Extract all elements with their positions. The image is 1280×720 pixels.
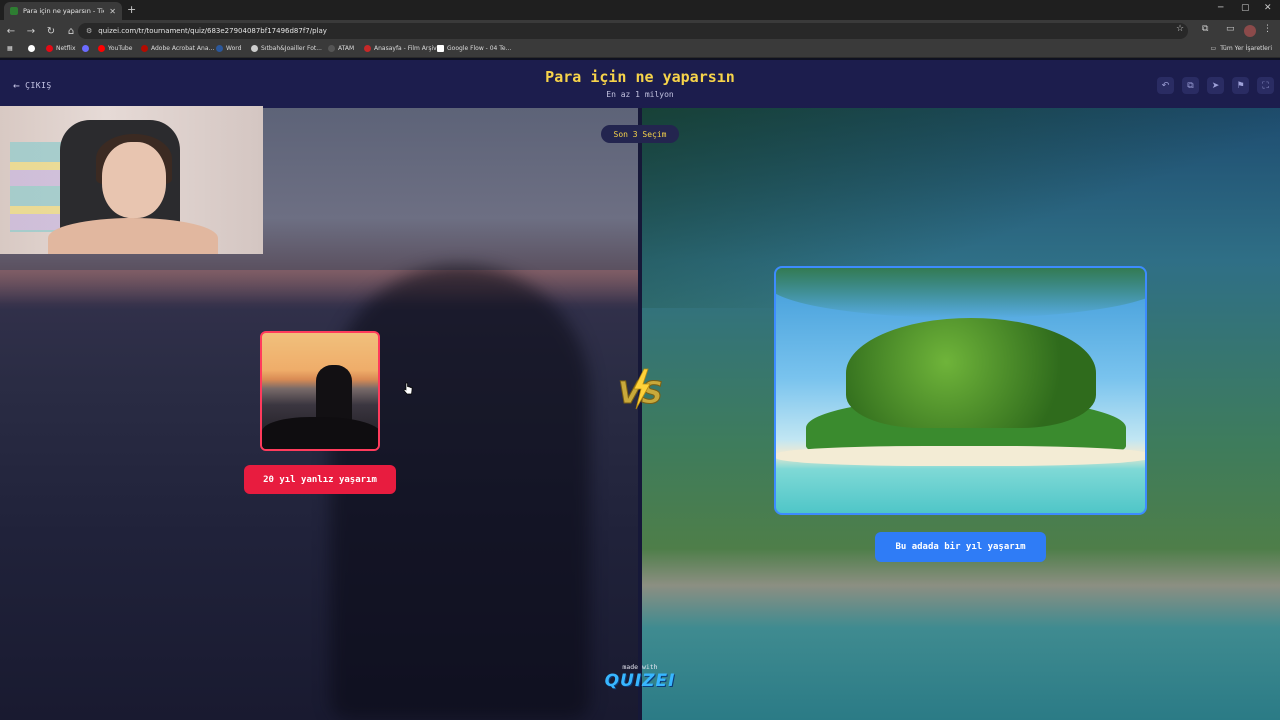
bookmark-item[interactable]: Adobe Acrobat Ana... xyxy=(141,45,214,52)
send-icon[interactable]: ➤ xyxy=(1207,77,1224,94)
bookmark-item[interactable]: ATAM xyxy=(328,45,354,52)
google-icon[interactable] xyxy=(28,45,35,52)
fullscreen-icon[interactable]: ⛶ xyxy=(1257,77,1274,94)
tab-close-icon[interactable]: ✕ xyxy=(109,7,116,16)
page-title: Para için ne yaparsın xyxy=(545,68,735,86)
quizei-logo[interactable]: QUIZEI xyxy=(598,671,682,691)
palm-frond-overhang xyxy=(776,268,1145,318)
undo-icon[interactable]: ↶ xyxy=(1157,77,1174,94)
bookmark-item[interactable]: Anasayfa - Film Arşivi xyxy=(364,45,438,52)
browser-tab[interactable]: Para için ne yaparsın - Tier List ✕ xyxy=(4,2,122,20)
bookmark-item[interactable]: Sıtbah&Joailler Fot... xyxy=(251,45,322,52)
bookmark-star-icon[interactable]: ☆ xyxy=(1176,24,1184,34)
back-icon[interactable]: ← xyxy=(2,26,20,37)
new-tab-icon[interactable]: + xyxy=(127,3,136,16)
bookmark-item[interactable]: Google Flow - 04 Te... xyxy=(437,45,511,52)
app-header: ← ÇIKIŞ Para için ne yaparsın En az 1 mi… xyxy=(0,60,1280,108)
screen: Para için ne yaparsın - Tier List ✕ + ─ … xyxy=(0,0,1280,720)
webcam-person-face xyxy=(102,142,166,218)
bookmark-item[interactable]: YouTube xyxy=(98,45,132,52)
reload-icon[interactable]: ↻ xyxy=(42,26,60,37)
rock-silhouette xyxy=(262,417,378,449)
window-close-icon[interactable]: ✕ xyxy=(1264,3,1272,13)
right-option-button[interactable]: Bu adada bir yıl yaşarım xyxy=(875,532,1046,562)
browser-nav-bar: ← → ↻ ⌂ ⚙ quizei.com/tr/tournament/quiz/… xyxy=(0,20,1280,42)
left-option-image[interactable] xyxy=(260,331,380,451)
folder-icon: ▭ xyxy=(1210,45,1217,52)
right-option-image[interactable] xyxy=(774,266,1147,515)
all-bookmarks[interactable]: ▭ Tüm Yer İşaretleri xyxy=(1211,45,1272,52)
header-actions: ↶ ⧉ ➤ ⚑ ⛶ xyxy=(1157,77,1274,94)
webcam-wall-posters xyxy=(10,142,62,232)
island-beach xyxy=(776,446,1145,466)
address-bar[interactable]: ⚙ quizei.com/tr/tournament/quiz/683e2790… xyxy=(78,23,1188,39)
center-divider xyxy=(638,108,642,720)
tab-favicon-icon xyxy=(10,7,18,15)
profile-avatar[interactable] xyxy=(1244,25,1256,37)
maximize-icon[interactable]: ▢ xyxy=(1241,3,1250,13)
flag-icon[interactable]: ⚑ xyxy=(1232,77,1249,94)
browser-tab-bar: Para için ne yaparsın - Tier List ✕ + ─ … xyxy=(0,0,1280,20)
webcam-overlay xyxy=(0,106,263,254)
vs-lightning-icon: VS xyxy=(618,368,663,411)
extensions-icon[interactable]: ⧉ xyxy=(1202,24,1208,34)
bookmarks-bar: ▦ Netflix YouTube Adobe Acrobat Ana... W… xyxy=(0,42,1280,58)
page-subtitle: En az 1 milyon xyxy=(606,90,674,99)
bookmark-item[interactable]: Netflix xyxy=(46,45,76,52)
bookmark-item[interactable] xyxy=(82,45,89,52)
forward-icon[interactable]: → xyxy=(22,26,40,37)
made-with-label: made with xyxy=(622,663,658,671)
hand-cursor-icon xyxy=(403,382,413,395)
cast-icon[interactable]: ▭ xyxy=(1226,24,1235,34)
webcam-person-shoulders xyxy=(48,218,218,254)
palm-trees xyxy=(846,318,1096,428)
apps-icon[interactable]: ▦ xyxy=(7,45,13,52)
last-choices-badge: Son 3 Seçim xyxy=(601,125,679,143)
site-info-icon[interactable]: ⚙ xyxy=(86,27,92,35)
menu-icon[interactable]: ⋮ xyxy=(1263,24,1272,34)
bookmark-item[interactable]: Word xyxy=(216,45,241,52)
minimize-icon[interactable]: ─ xyxy=(1218,3,1223,13)
url-text: quizei.com/tr/tournament/quiz/683e279040… xyxy=(98,27,327,35)
copy-icon[interactable]: ⧉ xyxy=(1182,77,1199,94)
left-option-button[interactable]: 20 yıl yanlız yaşarım xyxy=(244,465,396,494)
tab-title: Para için ne yaparsın - Tier List xyxy=(23,7,104,15)
